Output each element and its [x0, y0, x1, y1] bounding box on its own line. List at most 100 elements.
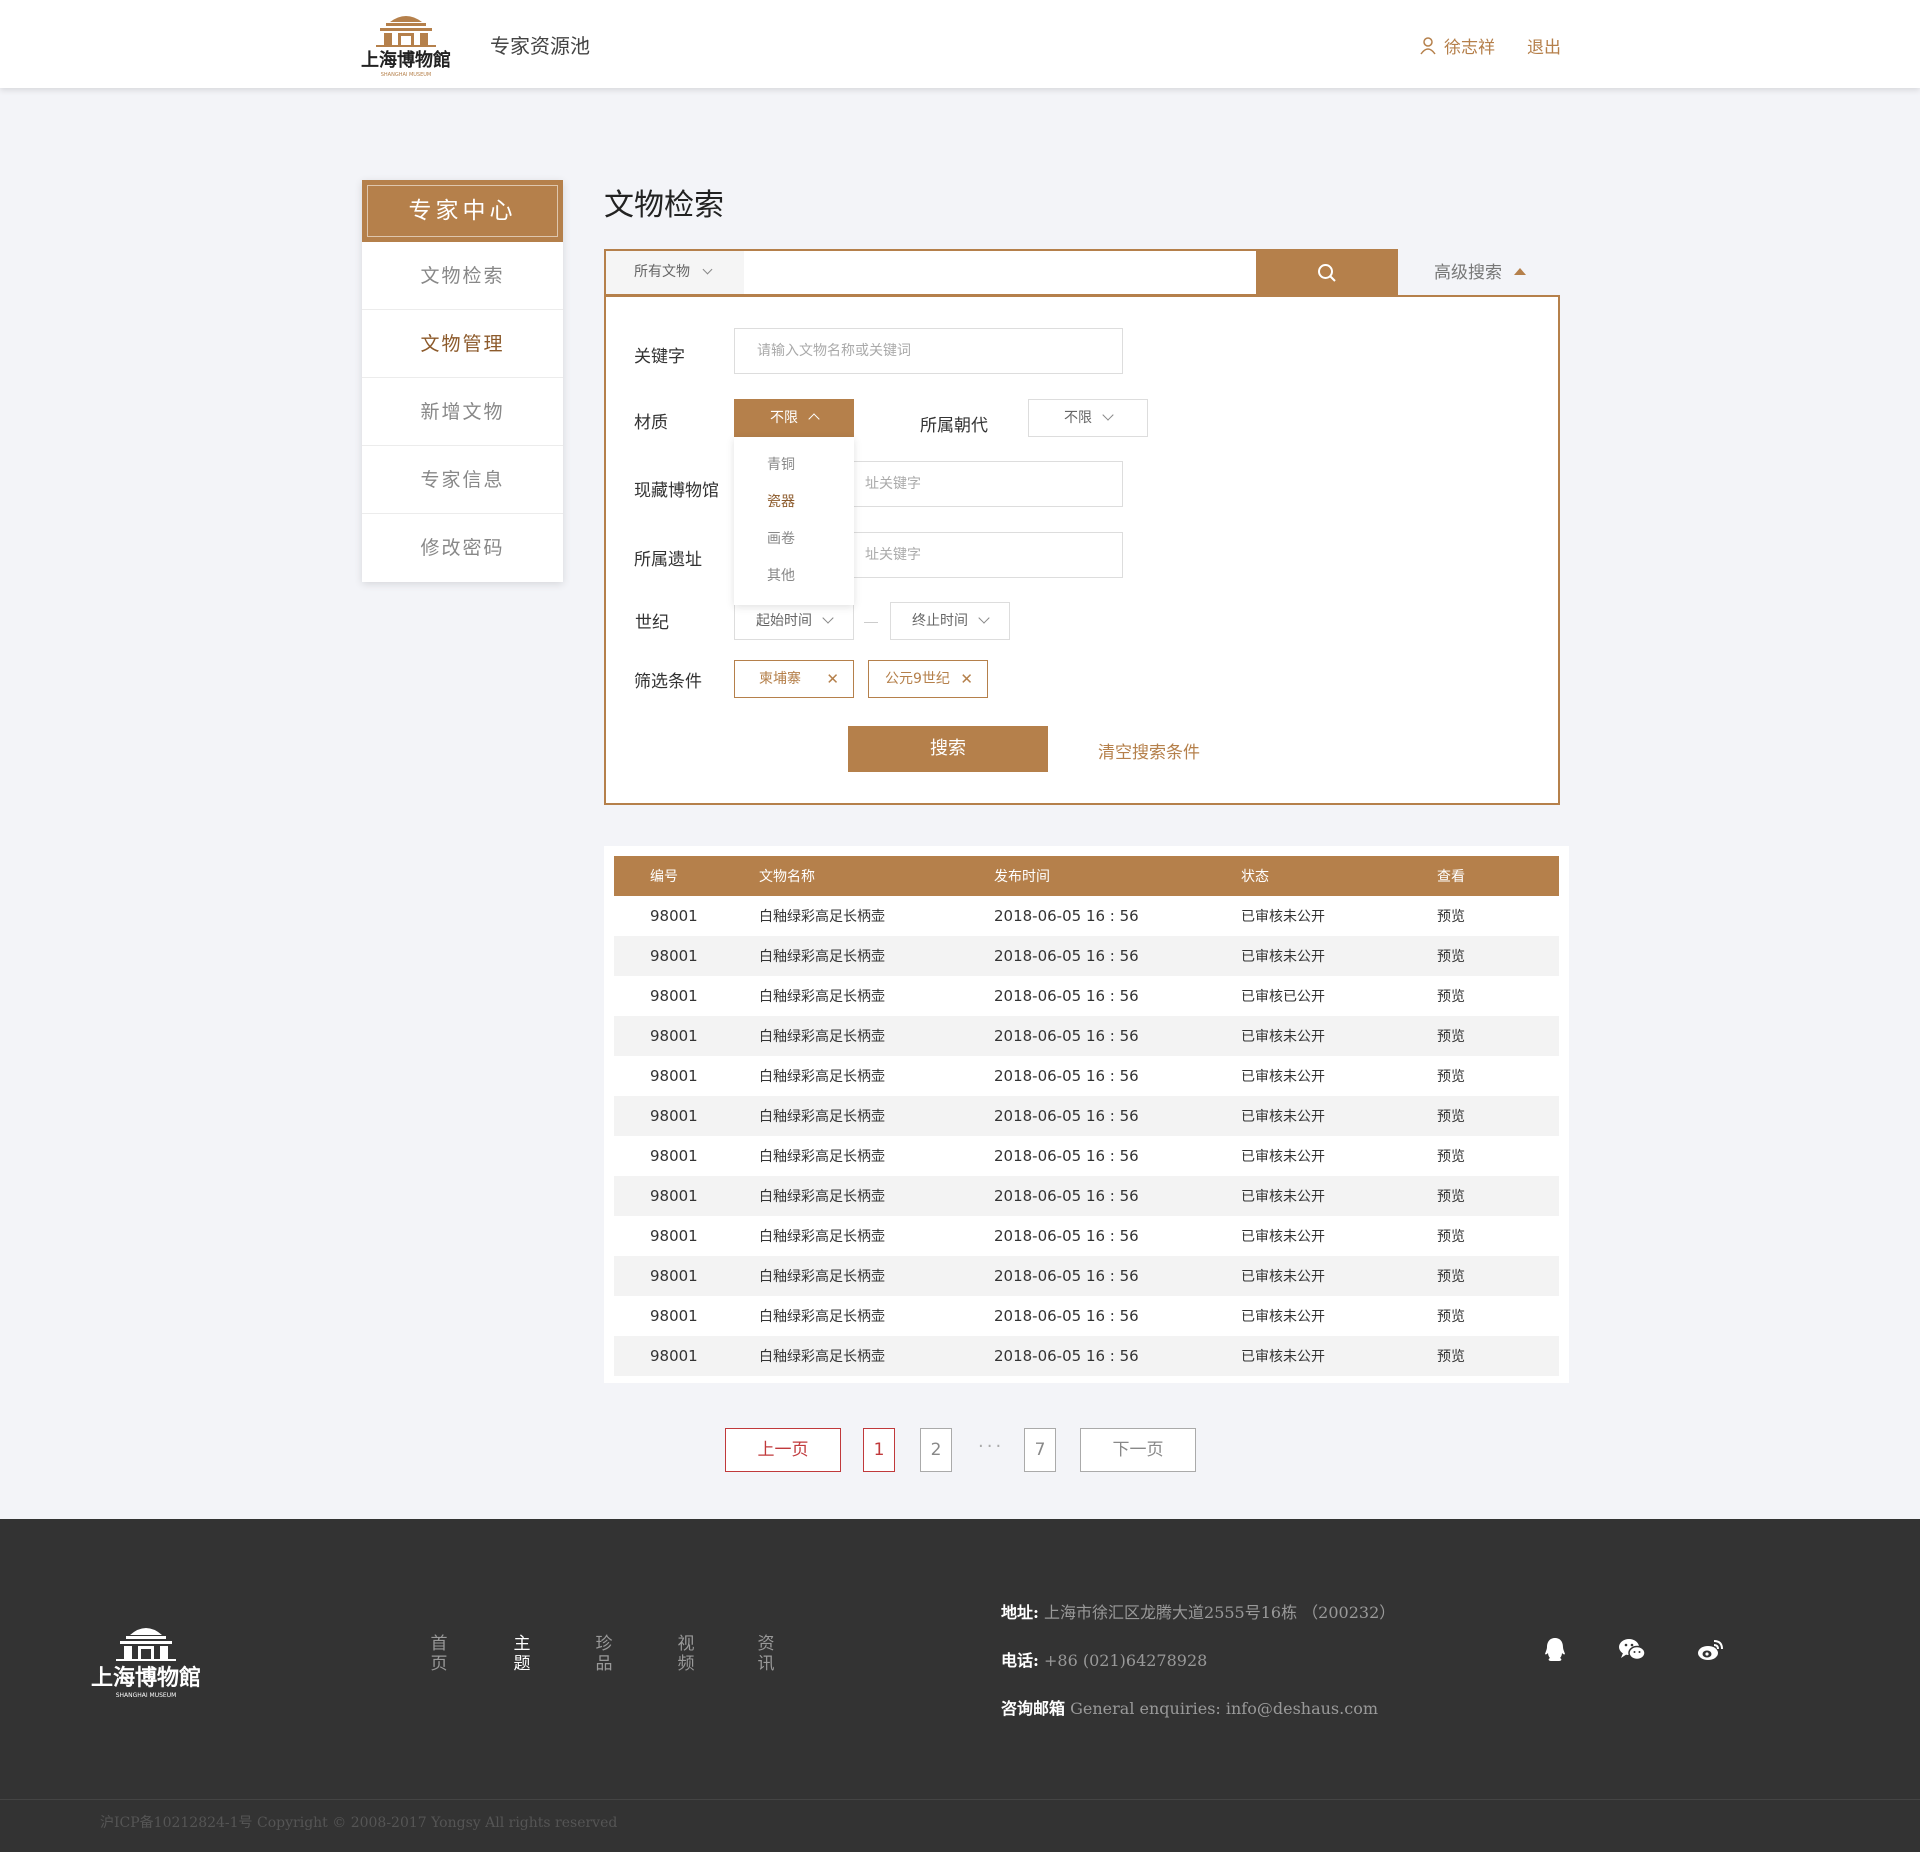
- close-icon[interactable]: ✕: [826, 661, 839, 697]
- cell-name: 白釉绿彩高足长柄壶: [759, 1256, 994, 1296]
- clear-filters-link[interactable]: 清空搜索条件: [1098, 738, 1200, 763]
- table-row: 98001 白釉绿彩高足长柄壶 2018-06-05 16 : 56 已审核未公开 预览: [614, 1096, 1559, 1136]
- cell-name: 白釉绿彩高足长柄壶: [759, 1176, 994, 1216]
- cell-status: 已审核未公开: [1241, 1229, 1325, 1245]
- cell-id: 98001: [650, 987, 698, 1005]
- logout-link[interactable]: 退出: [1527, 33, 1561, 58]
- start-time-label: 起始时间: [756, 613, 812, 629]
- footer-nav-videos[interactable]: 视频: [676, 1634, 696, 1674]
- museum-input[interactable]: 址关键字: [842, 461, 1123, 507]
- user-icon: [1420, 36, 1436, 54]
- site-label: 所属遗址: [634, 550, 702, 570]
- end-time-select[interactable]: 终止时间: [890, 602, 1010, 640]
- sidebar-item-add[interactable]: 新增文物: [362, 378, 563, 446]
- sidebar-item-manage[interactable]: 文物管理: [362, 310, 563, 378]
- filter-tag[interactable]: 柬埔寨 ✕: [734, 660, 854, 698]
- cell-id: 98001: [650, 1307, 698, 1325]
- next-page-button[interactable]: 下一页: [1080, 1428, 1196, 1472]
- range-separator: [864, 622, 878, 623]
- search-input[interactable]: [746, 251, 1254, 294]
- cell-status: 已审核未公开: [1241, 1309, 1325, 1325]
- preview-link[interactable]: 预览: [1437, 1096, 1559, 1136]
- preview-link[interactable]: 预览: [1437, 1216, 1559, 1256]
- cell-id: 98001: [614, 1016, 759, 1056]
- cell-name: 白釉绿彩高足长柄壶: [759, 1229, 885, 1245]
- page-button[interactable]: 7: [1024, 1428, 1056, 1472]
- filter-tag[interactable]: 公元9世纪 ✕: [868, 660, 988, 698]
- cell-status: 已审核未公开: [1241, 1176, 1437, 1216]
- sidebar-item-profile[interactable]: 专家信息: [362, 446, 563, 514]
- email-value[interactable]: General enquiries: info@deshaus.com: [1070, 1699, 1378, 1718]
- preview-link[interactable]: 预览: [1437, 1016, 1559, 1056]
- table-row: 98001 白釉绿彩高足长柄壶 2018-06-05 16 : 56 已审核未公开 预览: [614, 1136, 1559, 1176]
- material-option[interactable]: 画卷: [734, 521, 854, 558]
- cell-date: 2018-06-05 16 : 56: [994, 1307, 1139, 1325]
- search-scope-select[interactable]: 所有文物: [606, 251, 744, 294]
- footer-nav-news[interactable]: 资讯: [756, 1634, 776, 1674]
- filter-tag-label: 柬埔寨: [759, 671, 801, 687]
- material-label: 材质: [634, 413, 668, 433]
- wechat-icon[interactable]: [1617, 1635, 1647, 1665]
- preview-link[interactable]: 预览: [1437, 1056, 1559, 1096]
- keyword-input[interactable]: 请输入文物名称或关键词: [734, 328, 1123, 374]
- logo-text: 上海博物館: [361, 49, 451, 71]
- preview-link[interactable]: 预览: [1437, 1296, 1559, 1336]
- search-bar: 所有文物: [604, 249, 1398, 296]
- preview-link[interactable]: 预览: [1437, 1336, 1559, 1376]
- material-option[interactable]: 其他: [734, 558, 854, 595]
- email-label: 咨询邮箱: [1001, 1699, 1066, 1718]
- search-scope-label: 所有文物: [634, 264, 690, 280]
- footer-address: 地址: 上海市徐汇区龙腾大道2555号16栋 （200232）: [1001, 1599, 1395, 1623]
- footer-nav-topics[interactable]: 主题: [512, 1634, 532, 1674]
- footer-nav-home[interactable]: 首页: [429, 1634, 449, 1674]
- logo-subtitle: SHANGHAI MUSEUM: [381, 72, 432, 78]
- preview-link[interactable]: 预览: [1437, 936, 1559, 976]
- page-title: 文物检索: [604, 188, 724, 223]
- column-header-status: 状态: [1241, 856, 1437, 896]
- filter-tag-label: 公元9世纪: [885, 671, 950, 687]
- material-option[interactable]: 青铜: [734, 447, 854, 484]
- submit-search-button[interactable]: 搜索: [848, 726, 1048, 772]
- start-time-select[interactable]: 起始时间: [734, 602, 854, 640]
- cell-status: 已审核未公开: [1241, 1149, 1325, 1165]
- advanced-search-toggle[interactable]: 高级搜索: [1434, 258, 1526, 283]
- search-button[interactable]: [1256, 249, 1398, 296]
- phone-value: +86 (021)64278928: [1044, 1651, 1208, 1670]
- table-row: 98001 白釉绿彩高足长柄壶 2018-06-05 16 : 56 已审核未公开 预览: [614, 1256, 1559, 1296]
- preview-link[interactable]: 预览: [1437, 1256, 1559, 1296]
- cell-id: 98001: [650, 1067, 698, 1085]
- user-menu[interactable]: 徐志祥: [1420, 33, 1495, 58]
- page-button[interactable]: 2: [920, 1428, 952, 1472]
- dynasty-select[interactable]: 不限: [1028, 399, 1148, 437]
- cell-id: 98001: [614, 936, 759, 976]
- page-button-current[interactable]: 1: [863, 1428, 895, 1472]
- cell-date: 2018-06-05 16 : 56: [994, 1147, 1139, 1165]
- chevron-down-icon: [978, 612, 990, 624]
- footer-museum-logo[interactable]: 上海博物館 SHANGHAI MUSEUM: [88, 1619, 204, 1703]
- prev-page-button[interactable]: 上一页: [725, 1428, 841, 1472]
- preview-link[interactable]: 预览: [1437, 976, 1559, 1016]
- cell-name: 白釉绿彩高足长柄壶: [759, 1096, 994, 1136]
- weibo-icon[interactable]: [1695, 1635, 1725, 1665]
- material-select[interactable]: 不限: [734, 399, 854, 437]
- preview-link[interactable]: 预览: [1437, 1136, 1559, 1176]
- sidebar-item-search[interactable]: 文物检索: [362, 242, 563, 310]
- material-option-selected[interactable]: 瓷器: [734, 484, 854, 521]
- chevron-down-icon: [1102, 409, 1114, 421]
- footer-nav-treasures[interactable]: 珍品: [594, 1634, 614, 1674]
- conditions-label: 筛选条件: [634, 672, 702, 692]
- preview-link[interactable]: 预览: [1437, 1176, 1559, 1216]
- preview-link[interactable]: 预览: [1437, 896, 1559, 936]
- sidebar-item-password[interactable]: 修改密码: [362, 514, 563, 582]
- cell-id: 98001: [614, 1336, 759, 1376]
- close-icon[interactable]: ✕: [960, 661, 973, 697]
- qq-icon[interactable]: [1540, 1635, 1570, 1665]
- keyword-label: 关键字: [634, 347, 685, 367]
- table-header-row: 编号 文物名称 发布时间 状态 查看: [614, 856, 1559, 896]
- cell-name: 白釉绿彩高足长柄壶: [759, 1336, 994, 1376]
- cell-name: 白釉绿彩高足长柄壶: [759, 909, 885, 925]
- museum-logo[interactable]: 上海博物館 SHANGHAI MUSEUM: [356, 10, 456, 80]
- site-input[interactable]: 址关键字: [842, 532, 1123, 578]
- century-label: 世纪: [635, 613, 669, 633]
- cell-date: 2018-06-05 16 : 56: [994, 907, 1139, 925]
